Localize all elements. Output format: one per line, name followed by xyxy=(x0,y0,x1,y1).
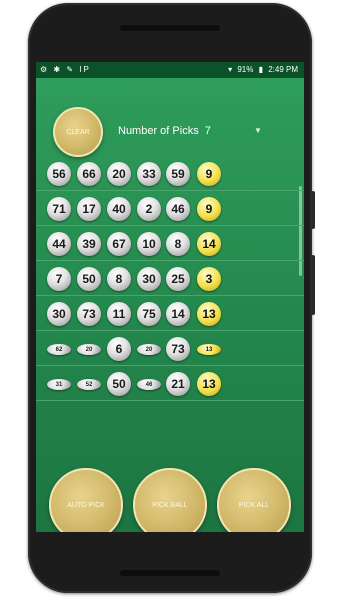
number-ball: 56 xyxy=(47,162,71,186)
clear-button-label: CLEAR xyxy=(66,128,90,136)
pick-row: 56 66 20 33 59 9 xyxy=(36,156,304,191)
number-ball: 46 xyxy=(166,197,190,221)
number-ball: 39 xyxy=(77,232,101,256)
picks-value: 7 xyxy=(204,125,211,137)
pick-row: 31 52 50 46 21 13 xyxy=(36,366,304,401)
picks-selector[interactable]: Number of Picks 7 xyxy=(118,125,211,137)
phone-screen: ⚙ ✱ ✎ IP ▾ 91% ▮ 2:49 PM CLEAR Number of… xyxy=(36,62,304,532)
number-ball: 17 xyxy=(77,197,101,221)
number-ball: 10 xyxy=(137,232,161,256)
pick-row: 71 17 40 2 46 9 xyxy=(36,191,304,226)
number-ball: 2 xyxy=(137,197,161,221)
number-ball: 8 xyxy=(166,232,190,256)
number-ball: 6 xyxy=(107,337,131,361)
number-ball: 11 xyxy=(107,302,131,326)
volume-button xyxy=(311,255,315,315)
pick-row: 44 39 67 10 8 14 xyxy=(36,226,304,261)
battery-icon: ▮ xyxy=(258,65,263,74)
number-ball: 25 xyxy=(166,267,190,291)
pick-all-label: PICK ALL xyxy=(238,501,270,509)
number-ball: 59 xyxy=(166,162,190,186)
bonus-ball: 13 xyxy=(197,302,221,326)
pick-all-button[interactable]: PICK ALL xyxy=(217,468,291,532)
number-ball: 30 xyxy=(137,267,161,291)
number-ball: 52 xyxy=(77,379,101,390)
number-ball: 71 xyxy=(47,197,71,221)
clock: 2:49 PM xyxy=(268,65,298,74)
status-bar: ⚙ ✱ ✎ IP ▾ 91% ▮ 2:49 PM xyxy=(36,62,304,78)
number-ball: 73 xyxy=(166,337,190,361)
clear-button[interactable]: CLEAR xyxy=(53,107,103,157)
auto-pick-button[interactable]: AUTO PICK xyxy=(49,468,123,532)
number-ball: 20 xyxy=(77,344,101,355)
number-ball: 44 xyxy=(47,232,71,256)
number-ball: 21 xyxy=(166,372,190,396)
bonus-ball: 9 xyxy=(197,197,221,221)
number-ball: 40 xyxy=(107,197,131,221)
pick-ball-button[interactable]: PICK BALL xyxy=(133,468,207,532)
number-ball: 66 xyxy=(77,162,101,186)
auto-pick-label: AUTO PICK xyxy=(67,501,105,509)
notification-icons: ⚙ ✱ ✎ IP xyxy=(40,65,91,74)
number-ball: 75 xyxy=(137,302,161,326)
bonus-ball: 13 xyxy=(197,344,221,355)
picks-list: 56 66 20 33 59 9 71 17 40 2 46 9 44 39 6… xyxy=(36,156,304,401)
pick-row: 7 50 8 30 25 3 xyxy=(36,261,304,296)
power-button xyxy=(311,191,315,229)
number-ball: 20 xyxy=(107,162,131,186)
bonus-ball: 3 xyxy=(197,267,221,291)
number-ball: 67 xyxy=(107,232,131,256)
number-ball: 50 xyxy=(77,267,101,291)
bonus-ball: 14 xyxy=(197,232,221,256)
status-right: ▾ 91% ▮ 2:49 PM xyxy=(225,65,298,74)
top-speaker xyxy=(120,25,220,31)
pick-ball-label: PICK BALL xyxy=(152,501,188,509)
number-ball: 20 xyxy=(137,344,161,355)
bottom-speaker xyxy=(120,570,220,576)
number-ball: 7 xyxy=(47,267,71,291)
bonus-ball: 9 xyxy=(197,162,221,186)
chevron-down-icon[interactable]: ▼ xyxy=(254,126,262,135)
number-ball: 31 xyxy=(47,379,71,390)
picks-label: Number of Picks xyxy=(118,125,199,137)
pick-row: 62 20 6 20 73 13 xyxy=(36,331,304,366)
number-ball: 33 xyxy=(137,162,161,186)
number-ball: 30 xyxy=(47,302,71,326)
pick-row: 30 73 11 75 14 13 xyxy=(36,296,304,331)
number-ball: 50 xyxy=(107,372,131,396)
bonus-ball: 13 xyxy=(197,372,221,396)
number-ball: 8 xyxy=(107,267,131,291)
number-ball: 14 xyxy=(166,302,190,326)
app-area: CLEAR Number of Picks 7 ▼ 56 66 20 33 59 … xyxy=(36,78,304,532)
battery-percent: 91% xyxy=(237,65,254,74)
wifi-icon: ▾ xyxy=(228,65,233,74)
number-ball: 62 xyxy=(47,344,71,355)
number-ball: 46 xyxy=(137,379,161,390)
number-ball: 73 xyxy=(77,302,101,326)
